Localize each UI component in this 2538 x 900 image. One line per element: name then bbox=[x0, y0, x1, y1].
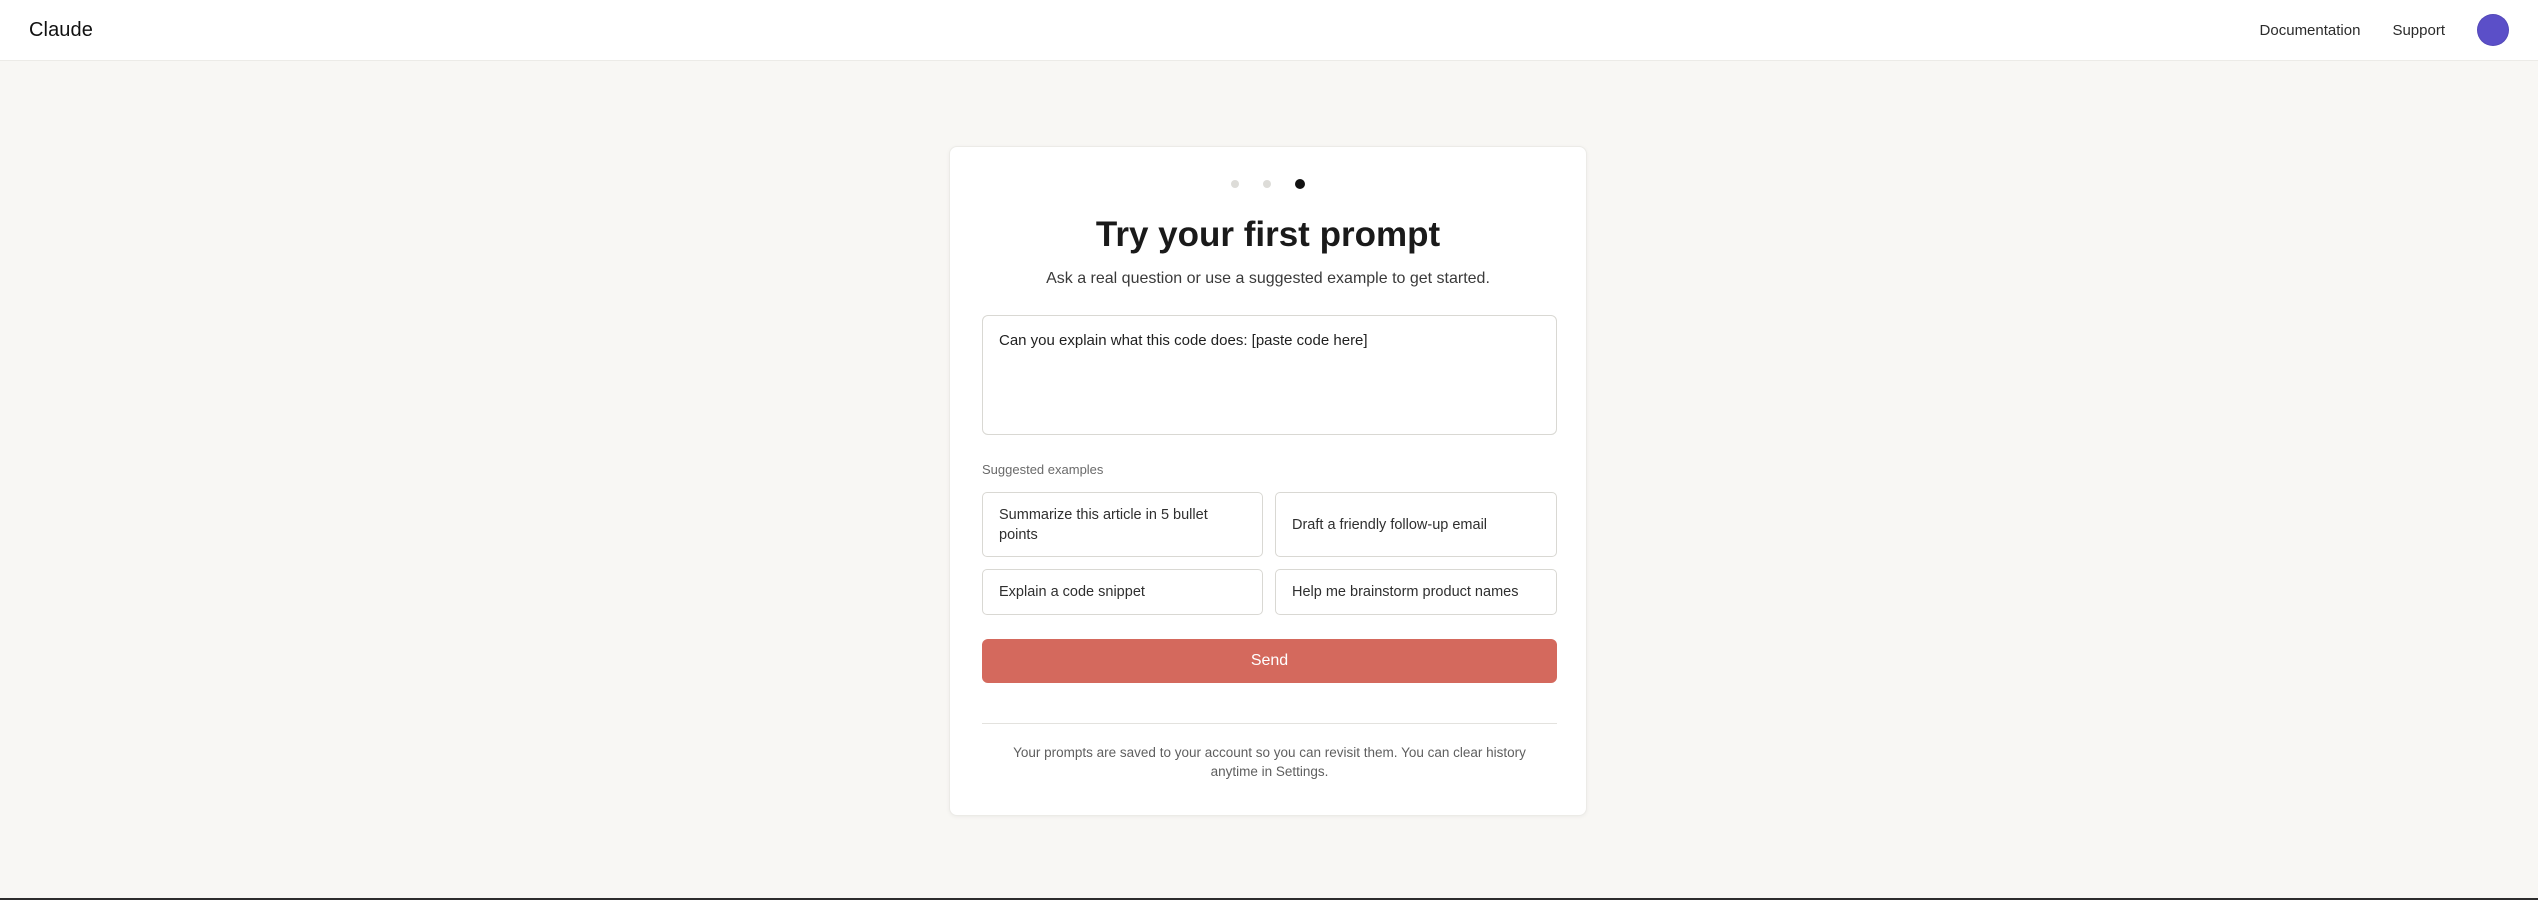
divider bbox=[982, 723, 1557, 724]
history-footnote: Your prompts are saved to your account s… bbox=[1013, 745, 1526, 779]
suggestion-summarize-article[interactable]: Summarize this article in 5 bullet point… bbox=[982, 492, 1263, 557]
nav-link-support[interactable]: Support bbox=[2392, 22, 2445, 39]
brand-logo[interactable]: Claude bbox=[29, 19, 93, 42]
step-dot-1 bbox=[1231, 180, 1239, 188]
nav-link-documentation[interactable]: Documentation bbox=[2260, 22, 2361, 39]
suggestion-follow-up-email[interactable]: Draft a friendly follow-up email bbox=[1275, 492, 1557, 557]
onboarding-card: Try your first prompt Ask a real questio… bbox=[949, 146, 1587, 816]
suggestion-explain-code[interactable]: Explain a code snippet bbox=[982, 569, 1263, 615]
page-subtitle: Ask a real question or use a suggested e… bbox=[1046, 270, 1490, 287]
step-indicator bbox=[950, 179, 1586, 189]
prompt-input[interactable]: Can you explain what this code does: [pa… bbox=[982, 315, 1557, 435]
suggested-examples-label: Suggested examples bbox=[982, 462, 1104, 477]
top-nav: Documentation Support bbox=[2228, 14, 2509, 46]
page-title: Try your first prompt bbox=[1095, 215, 1441, 254]
send-button[interactable]: Send bbox=[982, 639, 1557, 683]
step-dot-3-active bbox=[1295, 179, 1305, 189]
avatar[interactable] bbox=[2477, 14, 2509, 46]
suggestion-brainstorm-names[interactable]: Help me brainstorm product names bbox=[1275, 569, 1557, 615]
top-bar: Claude Documentation Support bbox=[0, 0, 2538, 61]
step-dot-2 bbox=[1263, 180, 1271, 188]
